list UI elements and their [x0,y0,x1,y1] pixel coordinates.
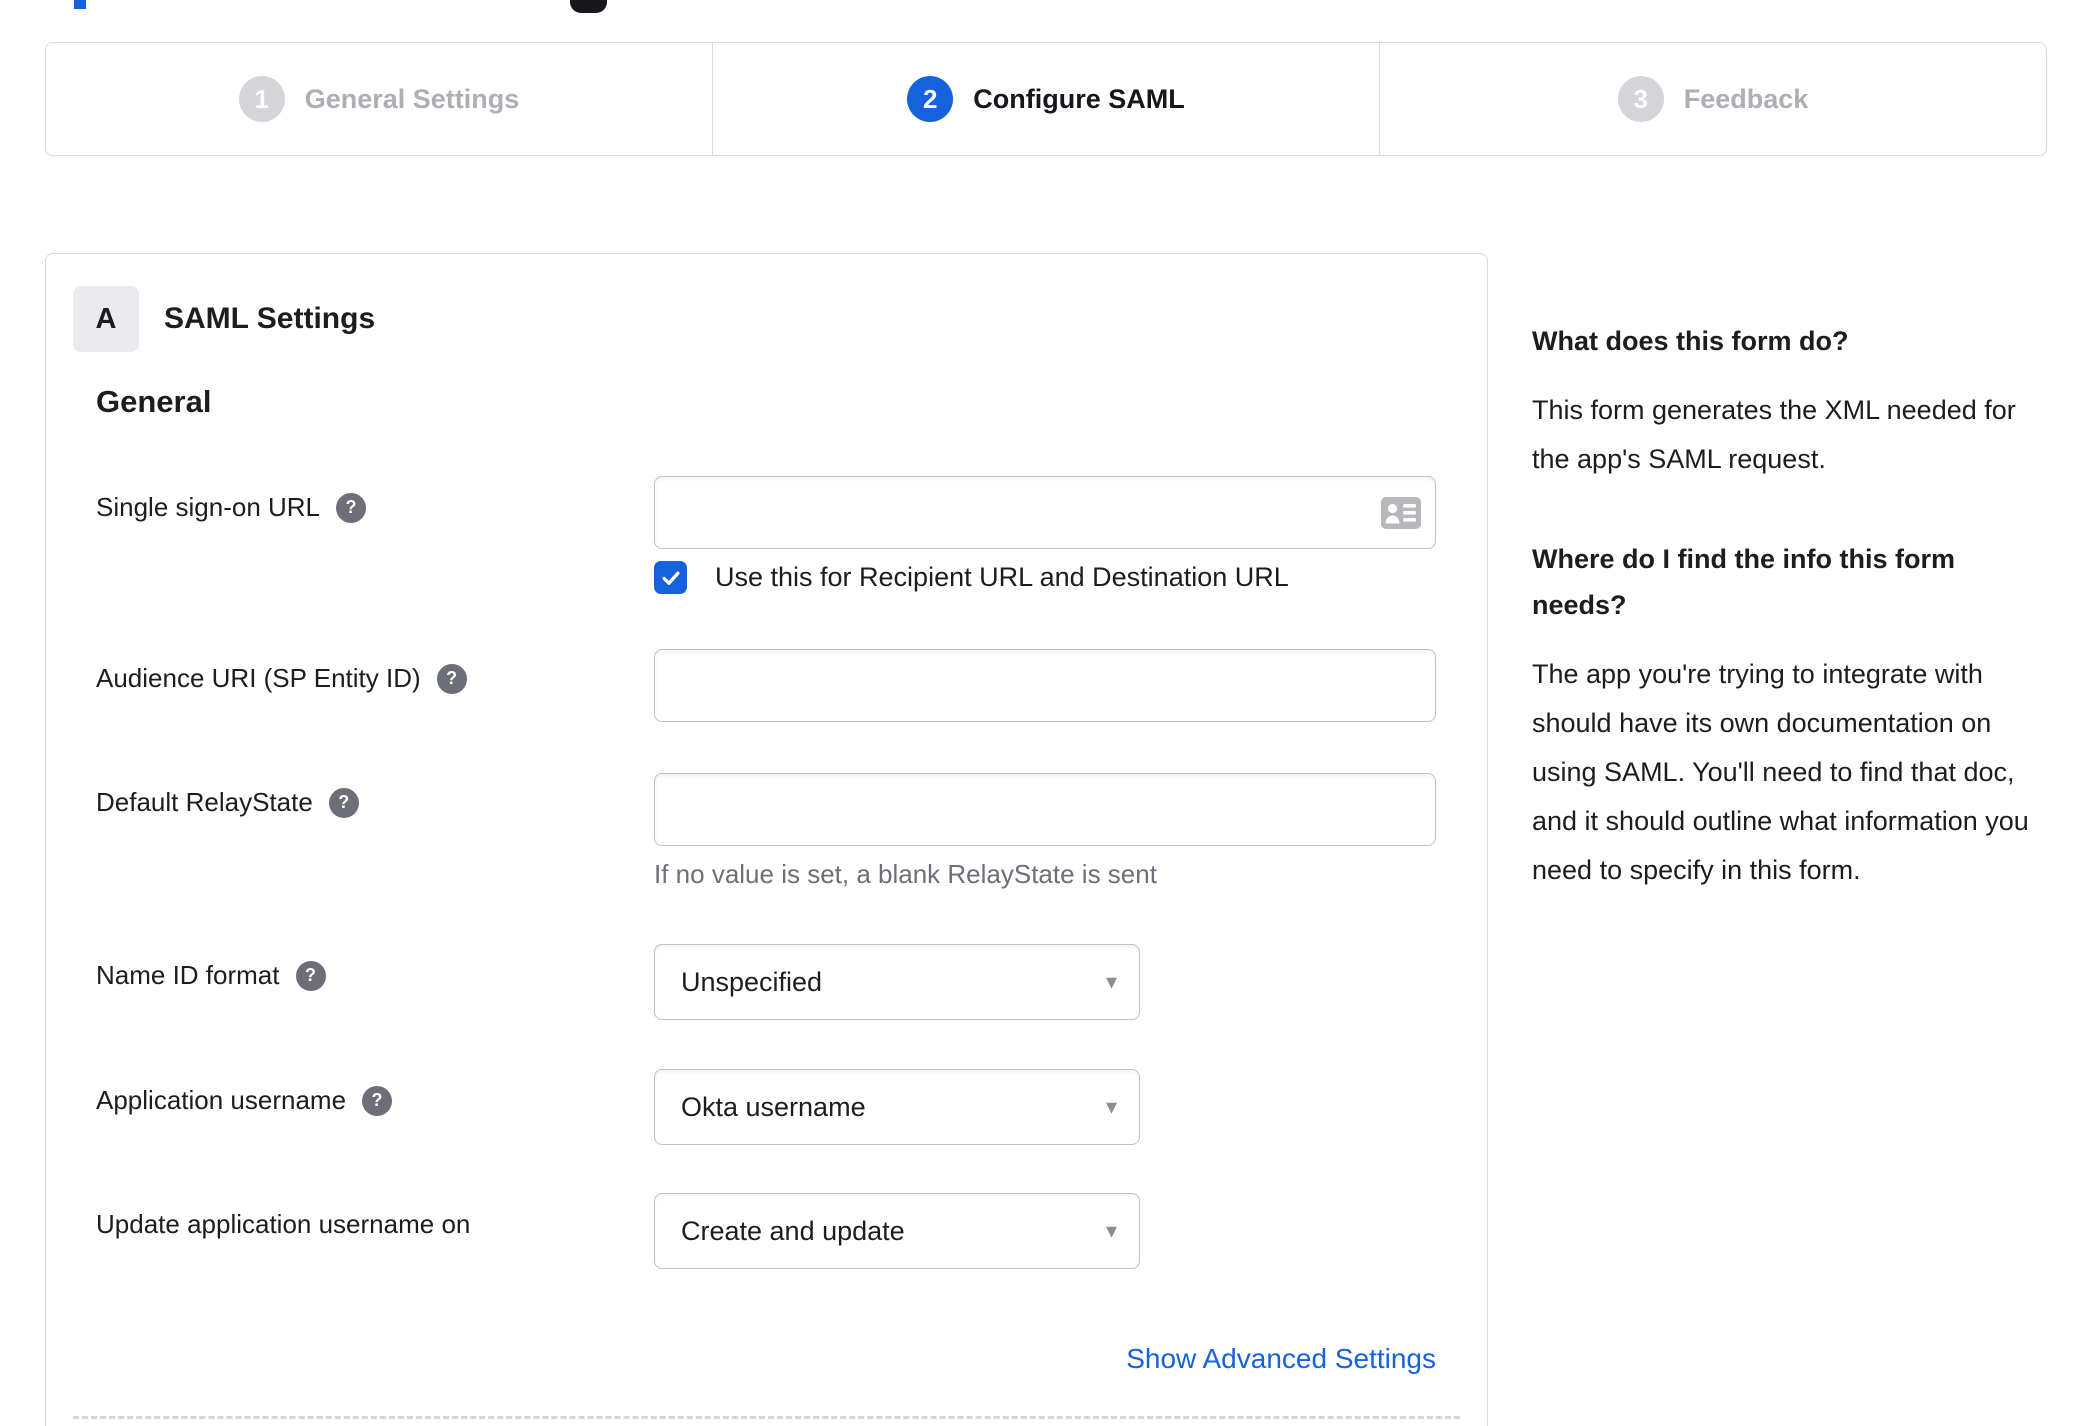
autofill-contact-icon[interactable] [1380,496,1422,530]
application-username-label-text: Application username [96,1085,347,1115]
default-relaystate-label-text: Default RelayState [96,787,313,817]
chevron-down-icon: ▾ [1105,1094,1117,1119]
help-answer-2: The app you're trying to integrate with … [1532,659,2029,885]
section-dashed-divider [73,1416,1460,1419]
help-sidebar: What does this form do? This form genera… [1532,318,2038,947]
step-general-settings[interactable]: 1 General Settings [46,43,712,155]
default-relaystate-label: Default RelayState ? [96,787,359,818]
help-question-1: What does this form do? [1532,326,1849,356]
cropped-app-logo-fragment [570,0,607,13]
name-id-format-select[interactable]: Unspecified ▾ [654,944,1140,1020]
name-id-format-label: Name ID format ? [96,960,326,991]
application-username-label: Application username ? [96,1085,393,1116]
relaystate-hint: If no value is set, a blank RelayState i… [654,859,1157,889]
update-application-username-label: Update application username on [96,1209,470,1240]
help-icon[interactable]: ? [295,960,326,991]
update-application-username-select[interactable]: Create and update ▾ [654,1193,1140,1269]
step-2-number-badge: 2 [907,76,954,122]
chevron-down-icon: ▾ [1105,969,1117,994]
configure-saml-page: 1 General Settings 2 Configure SAML 3 Fe… [0,0,2092,1426]
name-id-format-label-text: Name ID format [96,960,280,990]
step-1-number-badge: 1 [238,76,285,122]
check-icon [661,571,680,585]
update-application-username-selected-value: Create and update [681,1215,905,1246]
single-sign-on-url-input[interactable] [654,476,1436,549]
single-sign-on-url-field-wrap [654,476,1436,549]
application-username-select[interactable]: Okta username ▾ [654,1069,1140,1145]
default-relaystate-input[interactable] [654,773,1436,846]
section-a-badge: A [73,286,139,352]
single-sign-on-url-label-text: Single sign-on URL [96,492,321,522]
help-icon[interactable]: ? [336,492,367,523]
name-id-format-selected-value: Unspecified [681,966,823,997]
application-username-selected-value: Okta username [681,1091,866,1122]
audience-uri-label-text: Audience URI (SP Entity ID) [96,663,421,693]
recipient-url-checkbox-row: Use this for Recipient URL and Destinati… [654,561,1289,594]
single-sign-on-url-label: Single sign-on URL ? [96,492,367,523]
step-3-label: Feedback [1683,83,1809,114]
step-2-label: Configure SAML [973,83,1185,114]
chevron-down-icon: ▾ [1105,1218,1117,1243]
advanced-settings-row: Show Advanced Settings [654,1343,1436,1375]
audience-uri-field-wrap [654,649,1436,722]
step-configure-saml[interactable]: 2 Configure SAML [712,43,1379,155]
help-icon[interactable]: ? [362,1085,393,1116]
panel-title: SAML Settings [164,302,376,335]
step-feedback[interactable]: 3 Feedback [1379,43,2046,155]
help-answer-1: This form generates the XML needed for t… [1532,395,2016,474]
audience-uri-label: Audience URI (SP Entity ID) ? [96,663,467,694]
help-icon[interactable]: ? [436,663,467,694]
step-3-number-badge: 3 [1617,76,1664,122]
default-relaystate-field-wrap [654,773,1436,846]
use-for-recipient-url-checkbox[interactable] [654,561,687,594]
use-for-recipient-url-checkbox-label: Use this for Recipient URL and Destinati… [715,562,1289,592]
wizard-stepper: 1 General Settings 2 Configure SAML 3 Fe… [45,42,2047,156]
help-icon[interactable]: ? [328,787,359,818]
help-question-2: Where do I find the info this form needs… [1532,544,1955,620]
audience-uri-input[interactable] [654,649,1436,722]
cropped-header-fragment-blue [74,0,86,9]
show-advanced-settings-link[interactable]: Show Advanced Settings [1126,1343,1436,1374]
update-application-username-label-text: Update application username on [96,1209,471,1239]
step-1-label: General Settings [304,83,520,114]
saml-settings-panel: A SAML Settings General Single sign-on U… [45,253,1488,1426]
general-section-title: General [96,384,212,419]
